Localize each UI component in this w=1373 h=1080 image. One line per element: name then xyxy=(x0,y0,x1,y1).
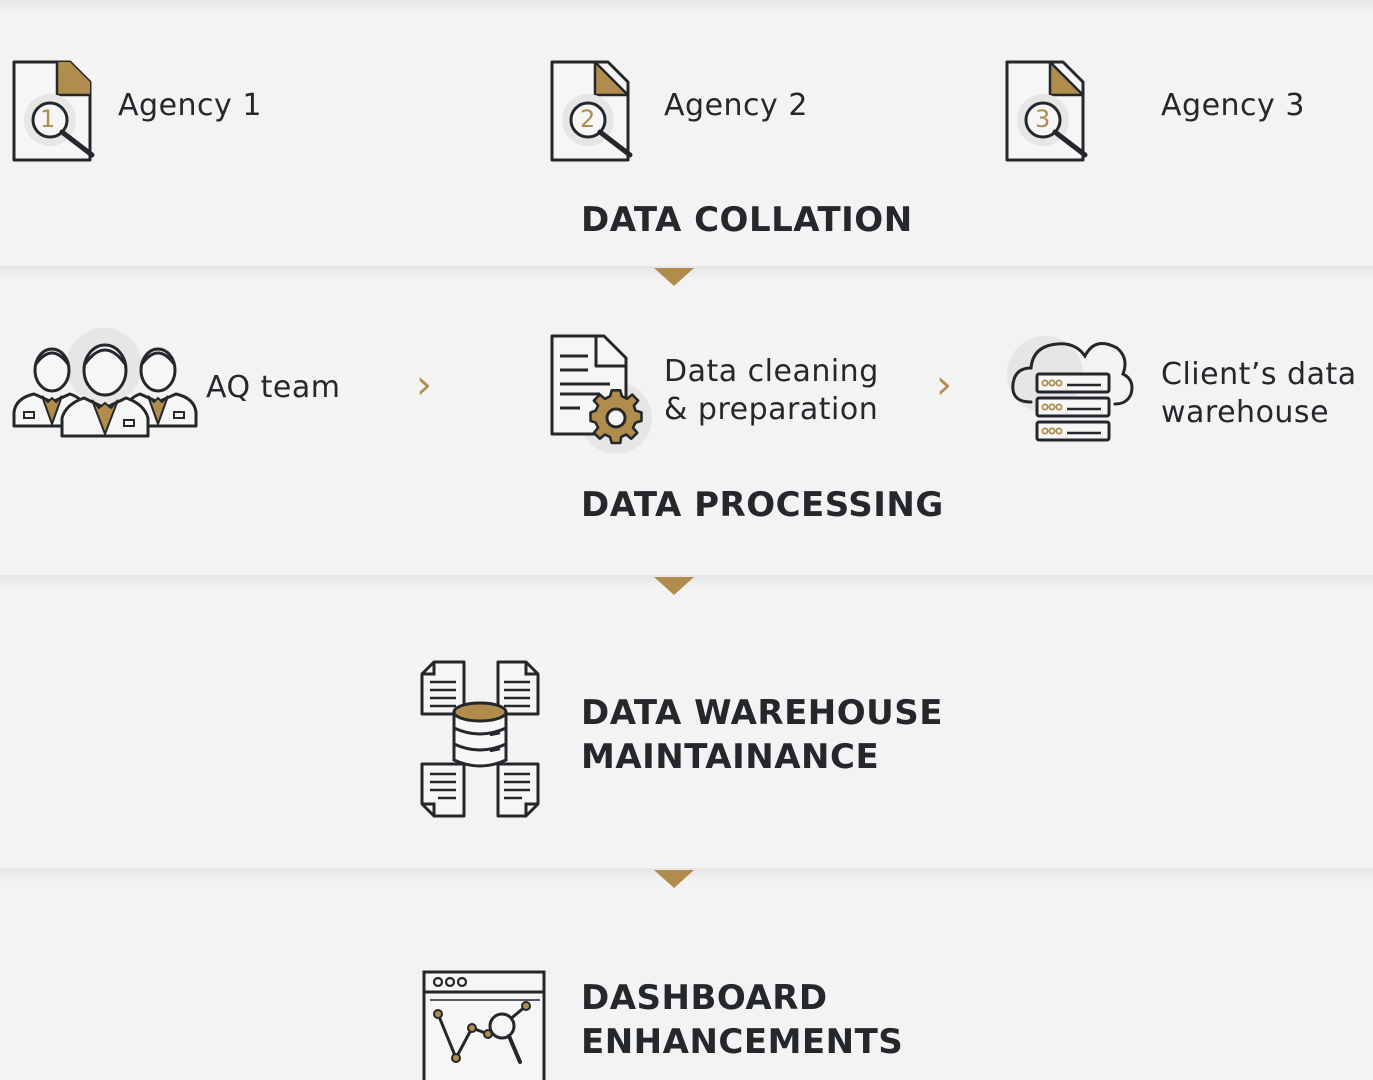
agency-1-number: 1 xyxy=(40,105,56,133)
database-documents-icon xyxy=(420,660,540,818)
warehouse-label-line1: Client’s data xyxy=(1161,357,1357,392)
processing-arrow-1: › xyxy=(416,362,432,408)
warehouse-heading-line1: DATA WAREHOUSE xyxy=(581,693,943,733)
collation-heading: DATA COLLATION xyxy=(581,200,913,240)
warehouse-down-caret xyxy=(654,870,694,888)
processing-arrow-2: › xyxy=(936,362,952,408)
team-icon xyxy=(12,328,198,438)
agency-1-label: Agency 1 xyxy=(118,88,262,123)
data-cleaning-label-line2: & preparation xyxy=(664,392,879,427)
agency-3-label: Agency 3 xyxy=(1161,88,1305,123)
top-shadow xyxy=(0,0,1373,14)
processing-heading: DATA PROCESSING xyxy=(581,485,944,525)
dashboard-heading-line2: ENHANCEMENTS xyxy=(581,1022,904,1062)
dashboard-chart-icon xyxy=(422,970,546,1080)
warehouse-heading-line2: MAINTAINANCE xyxy=(581,737,880,777)
agency-2-label: Agency 2 xyxy=(664,88,808,123)
processing-down-caret xyxy=(654,577,694,595)
agency-3-number: 3 xyxy=(1035,105,1051,133)
document-gear-icon xyxy=(550,334,652,454)
aq-team-label: AQ team xyxy=(206,370,341,405)
collation-down-caret xyxy=(654,268,694,286)
agency-2-number: 2 xyxy=(580,105,596,133)
warehouse-label-line2: warehouse xyxy=(1161,395,1330,430)
dashboard-heading-line1: DASHBOARD xyxy=(581,978,828,1018)
cloud-server-icon xyxy=(1007,336,1134,442)
data-cleaning-label-line1: Data cleaning xyxy=(664,354,879,389)
